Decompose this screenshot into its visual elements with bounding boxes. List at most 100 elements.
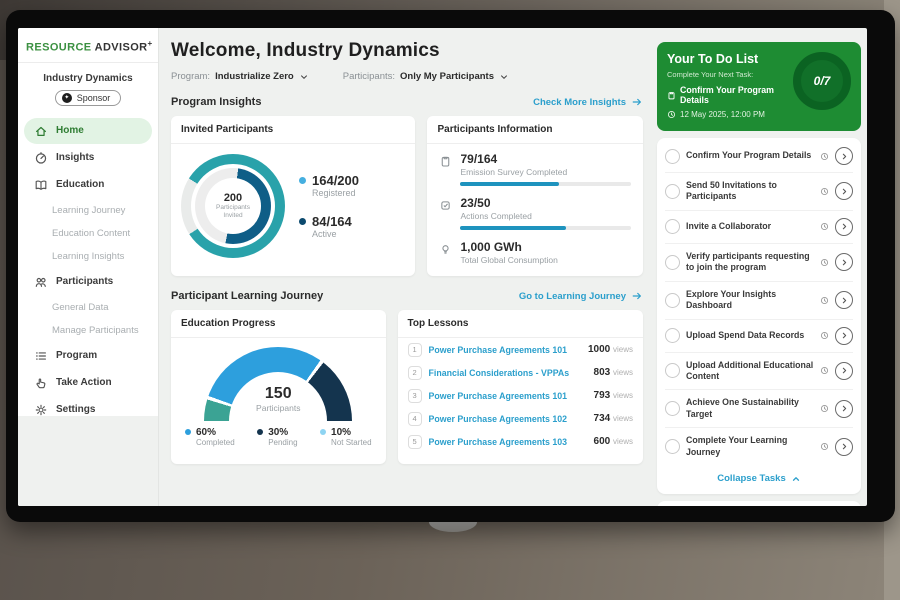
sponsor-badge[interactable]: ✦ Sponsor [55, 90, 122, 106]
task-checkbox[interactable] [665, 328, 680, 343]
task-checkbox[interactable] [665, 439, 680, 454]
actions-check-icon [439, 199, 452, 212]
task-row[interactable]: Send 50 Invitations to Participants [665, 173, 853, 211]
task-clock-icon [820, 296, 829, 305]
lesson-link[interactable]: Power Purchase Agreements 102 [429, 414, 587, 424]
chevron-right-icon [840, 331, 849, 340]
task-row[interactable]: Complete Your Learning Journey [665, 428, 853, 465]
lesson-link[interactable]: Power Purchase Agreements 103 [429, 437, 587, 447]
go-to-learning-journey-link[interactable]: Go to Learning Journey [519, 290, 643, 302]
task-chevron-button[interactable] [835, 147, 853, 165]
task-row[interactable]: Verify participants requesting to join t… [665, 244, 853, 282]
lesson-row: 2 Financial Considerations - VPPAs 803 v… [398, 361, 643, 384]
check-more-insights-link[interactable]: Check More Insights [533, 96, 643, 108]
task-chevron-button[interactable] [835, 362, 853, 380]
gauge-center-label: Participants [256, 403, 300, 413]
task-chevron-button[interactable] [835, 253, 853, 271]
legend-pending: 30% Pending [257, 427, 297, 447]
lesson-row: 1 Power Purchase Agreements 101 1000 vie… [398, 338, 643, 361]
top-lessons-card: Top Lessons 1 Power Purchase Agreements … [398, 310, 643, 464]
education-progress-card: Education Progress 150 Participants [171, 310, 386, 464]
stat-global-consumption: 1,000 GWh Total Global Consumption [439, 240, 631, 265]
sidebar-item-education-content[interactable]: Education Content [18, 222, 158, 245]
task-checkbox[interactable] [665, 293, 680, 308]
insights-icon [34, 151, 48, 165]
task-chevron-button[interactable] [835, 438, 853, 456]
task-chevron-button[interactable] [835, 291, 853, 309]
org-name: Industry Dynamics [18, 73, 158, 84]
sidebar-item-take-action[interactable]: Take Action [24, 370, 152, 396]
collapse-tasks-link[interactable]: Collapse Tasks [665, 465, 853, 488]
completed-dot-icon [185, 429, 191, 435]
legend-completed: 60% Completed [185, 427, 235, 447]
clock-icon [667, 110, 676, 119]
donut-legend: 164/200 Registered 84/164 Active [299, 173, 359, 239]
sidebar-item-learning-journey[interactable]: Learning Journey [18, 199, 158, 222]
task-row[interactable]: Achieve One Sustainability Target [665, 390, 853, 428]
task-clock-icon [820, 366, 829, 375]
lesson-link[interactable]: Financial Considerations - VPPAs [429, 368, 587, 378]
lesson-link[interactable]: Power Purchase Agreements 101 [429, 345, 581, 355]
todo-tasks-card: Confirm Your Program Details Send 50 Inv… [657, 138, 861, 494]
gauge-center-value: 150 [265, 385, 292, 403]
task-checkbox[interactable] [665, 401, 680, 416]
main-content: Welcome, Industry Dynamics Program: Indu… [159, 28, 653, 506]
not-started-dot-icon [320, 429, 326, 435]
task-row[interactable]: Confirm Your Program Details [665, 140, 853, 173]
sidebar: RESOURCE ADVISOR+ Industry Dynamics ✦ Sp… [18, 28, 159, 506]
sidebar-item-settings[interactable]: Settings [24, 397, 152, 423]
task-checkbox[interactable] [665, 149, 680, 164]
actions-progress-bar [460, 226, 631, 230]
sidebar-item-manage-participants[interactable]: Manage Participants [18, 319, 158, 342]
lesson-row: 5 Power Purchase Agreements 103 600 view… [398, 430, 643, 453]
sponsor-icon: ✦ [62, 93, 72, 103]
task-row[interactable]: Explore Your Insights Dashboard [665, 282, 853, 320]
app-logo: RESOURCE ADVISOR+ [18, 28, 158, 63]
task-row[interactable]: Invite a Collaborator [665, 211, 853, 244]
task-checkbox[interactable] [665, 184, 680, 199]
task-chevron-button[interactable] [835, 327, 853, 345]
sidebar-item-learning-insights[interactable]: Learning Insights [18, 245, 158, 268]
sidebar-item-home[interactable]: Home [24, 118, 152, 144]
task-row[interactable]: Upload Spend Data Records [665, 320, 853, 353]
invited-participants-donut: 200 Participants Invited [181, 154, 285, 258]
chevron-right-icon [840, 442, 849, 451]
legend-not-started: 10% Not Started [320, 427, 371, 447]
gauge-legend: 60% Completed 30% Pending [171, 427, 386, 447]
lesson-rank: 2 [408, 366, 422, 380]
task-chevron-button[interactable] [835, 218, 853, 236]
task-chevron-button[interactable] [835, 182, 853, 200]
task-clock-icon [820, 404, 829, 413]
lesson-link[interactable]: Power Purchase Agreements 101 [429, 391, 587, 401]
home-icon [34, 124, 48, 138]
chevron-right-icon [840, 187, 849, 196]
task-checkbox[interactable] [665, 219, 680, 234]
sidebar-item-education[interactable]: Education [24, 172, 152, 198]
arrow-right-icon [631, 96, 643, 108]
participants-filter-dropdown[interactable]: Participants: Only My Participants [343, 71, 509, 82]
program-filter-dropdown[interactable]: Program: Industrialize Zero [171, 71, 309, 82]
task-clock-icon [820, 331, 829, 340]
recent-news-card: Recent News [657, 501, 861, 506]
task-chevron-button[interactable] [835, 400, 853, 418]
chevron-down-icon [499, 72, 509, 82]
settings-gear-icon [34, 403, 48, 417]
page-title: Welcome, Industry Dynamics [171, 40, 643, 62]
donut-center-label: Participants Invited [211, 204, 255, 221]
sidebar-item-participants[interactable]: Participants [24, 269, 152, 295]
logo-plus: + [148, 39, 153, 48]
task-checkbox[interactable] [665, 363, 680, 378]
sidebar-nav: Home Insights Education Learning Journey… [18, 118, 158, 423]
participants-icon [34, 275, 48, 289]
chevron-up-icon [791, 474, 801, 484]
program-list-icon [34, 349, 48, 363]
task-row[interactable]: Upload Additional Educational Content [665, 353, 853, 391]
registered-dot-icon [299, 177, 306, 184]
sidebar-item-general-data[interactable]: General Data [18, 296, 158, 319]
sidebar-item-insights[interactable]: Insights [24, 145, 152, 171]
sidebar-item-program[interactable]: Program [24, 343, 152, 369]
app-window: RESOURCE ADVISOR+ Industry Dynamics ✦ Sp… [18, 28, 867, 506]
task-checkbox[interactable] [665, 255, 680, 270]
active-dot-icon [299, 218, 306, 225]
chevron-right-icon [840, 404, 849, 413]
